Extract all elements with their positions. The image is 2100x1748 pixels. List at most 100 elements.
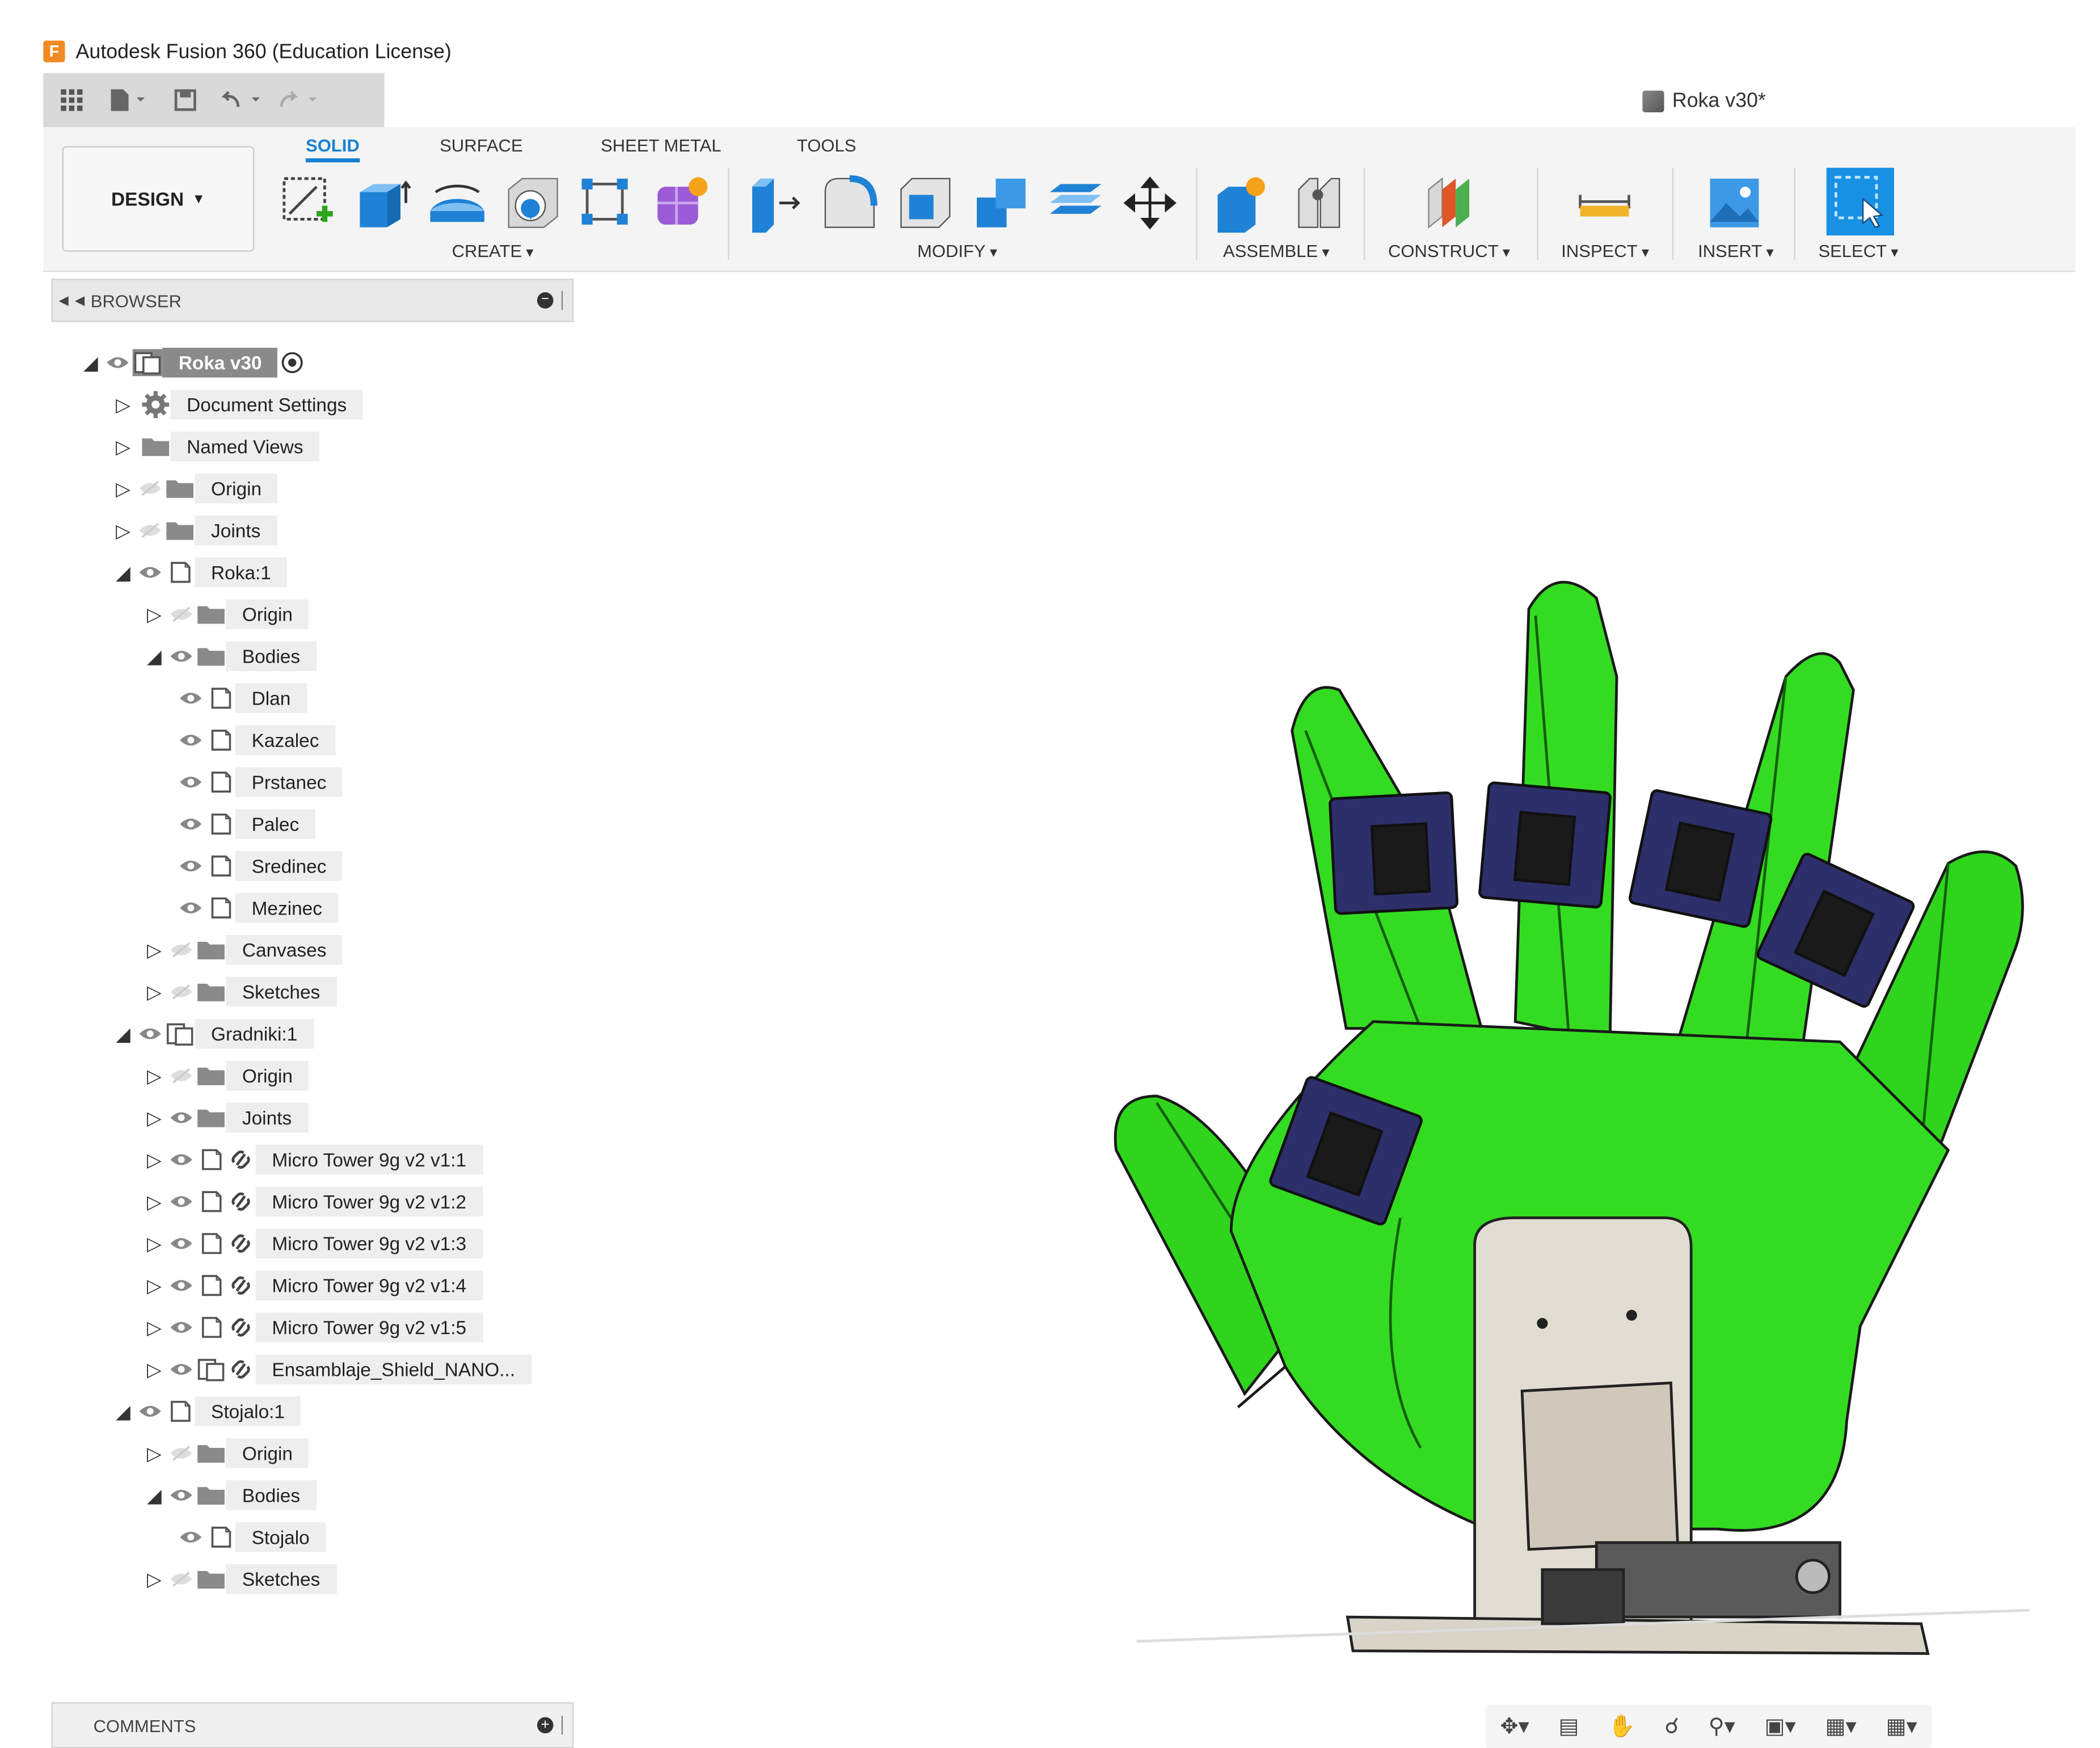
save-icon[interactable] xyxy=(157,73,214,127)
document-tab[interactable]: Roka v30* xyxy=(1642,89,1766,112)
expand-closed-icon[interactable]: ▷ xyxy=(111,518,136,542)
pan-icon[interactable]: ✋ xyxy=(1608,1713,1635,1740)
hole-icon[interactable] xyxy=(503,173,563,233)
workspace-switcher[interactable]: DESIGN ▼ xyxy=(62,146,255,252)
tree-node[interactable]: ▷ Origin xyxy=(142,598,309,630)
expand-closed-icon[interactable]: ▷ xyxy=(142,1441,166,1465)
group-inspect[interactable]: INSPECT xyxy=(1561,241,1649,262)
add-comment-icon[interactable]: + xyxy=(537,1717,554,1734)
tree-node[interactable]: ▷ Document Settings xyxy=(111,388,363,420)
redo-icon[interactable] xyxy=(271,73,327,127)
tree-node[interactable]: ◢ Roka v30 xyxy=(78,347,307,379)
visibility-eye-icon[interactable] xyxy=(176,897,205,919)
file-menu-icon[interactable] xyxy=(100,73,157,127)
combine-icon[interactable] xyxy=(971,173,1031,233)
tree-node[interactable]: ◢ Bodies xyxy=(142,640,317,672)
minimize-panel-icon[interactable]: − xyxy=(537,292,554,309)
canvas-viewport[interactable] xyxy=(1082,284,2056,1678)
tab-sheet-metal[interactable]: SHEET METAL xyxy=(601,136,722,156)
tree-node[interactable]: ▷ Sketches xyxy=(142,1563,336,1595)
expand-closed-icon[interactable]: ▷ xyxy=(111,477,136,501)
tree-node[interactable]: ◢ Stojalo:1 xyxy=(111,1395,301,1427)
tree-node[interactable]: ▷ Joints xyxy=(142,1101,308,1134)
hidden-eye-icon[interactable] xyxy=(166,981,196,1003)
group-insert[interactable]: INSERT xyxy=(1698,241,1774,262)
tree-node[interactable]: ◢ Gradniki:1 xyxy=(111,1018,314,1050)
expand-closed-icon[interactable]: ▷ xyxy=(142,1106,166,1130)
visibility-eye-icon[interactable] xyxy=(166,1233,196,1254)
tab-solid[interactable]: SOLID xyxy=(306,136,360,163)
visibility-eye-icon[interactable] xyxy=(166,1359,196,1380)
revolve-icon[interactable] xyxy=(428,173,487,233)
viewports-icon[interactable]: ▦▾ xyxy=(1886,1713,1917,1740)
hidden-eye-icon[interactable] xyxy=(166,1065,196,1086)
look-at-icon[interactable]: ▤ xyxy=(1558,1713,1579,1740)
group-select[interactable]: SELECT xyxy=(1818,241,1898,262)
zoom-icon[interactable]: ☌ xyxy=(1664,1713,1679,1740)
display-settings-icon[interactable]: ▣▾ xyxy=(1765,1713,1796,1740)
press-pull-icon[interactable] xyxy=(747,173,807,233)
group-construct[interactable]: CONSTRUCT xyxy=(1388,241,1510,262)
data-panel-grid-icon[interactable] xyxy=(43,73,100,127)
tree-node[interactable]: Prstanec xyxy=(176,766,343,798)
orbit-icon[interactable]: ✥▾ xyxy=(1500,1713,1529,1740)
joint-icon[interactable] xyxy=(1288,173,1348,233)
tree-node[interactable]: Dlan xyxy=(176,682,307,714)
tab-surface[interactable]: SURFACE xyxy=(440,136,522,156)
visibility-eye-icon[interactable] xyxy=(176,730,205,751)
expand-closed-icon[interactable]: ▷ xyxy=(142,1231,166,1256)
expand-closed-icon[interactable]: ▷ xyxy=(142,1567,166,1591)
extrude-icon[interactable] xyxy=(355,173,414,233)
tree-node[interactable]: Mezinec xyxy=(176,892,339,924)
hidden-eye-icon[interactable] xyxy=(166,939,196,961)
expand-closed-icon[interactable]: ▷ xyxy=(142,1189,166,1214)
panel-grip-icon[interactable] xyxy=(561,1716,567,1735)
visibility-eye-icon[interactable] xyxy=(136,1400,165,1422)
expand-open-icon[interactable]: ◢ xyxy=(142,1483,166,1507)
visibility-eye-icon[interactable] xyxy=(176,813,205,835)
visibility-eye-icon[interactable] xyxy=(176,855,205,877)
expand-open-icon[interactable]: ◢ xyxy=(142,644,166,668)
expand-closed-icon[interactable]: ▷ xyxy=(142,1273,166,1298)
visibility-eye-icon[interactable] xyxy=(176,771,205,793)
visibility-eye-icon[interactable] xyxy=(176,1526,205,1548)
expand-open-icon[interactable]: ◢ xyxy=(111,1399,136,1423)
expand-closed-icon[interactable]: ▷ xyxy=(111,393,136,417)
tree-node[interactable]: ▷ Origin xyxy=(142,1059,309,1092)
group-assemble[interactable]: ASSEMBLE xyxy=(1223,241,1330,262)
tree-node[interactable]: ▷ Micro Tower 9g v2 v1:5 xyxy=(142,1311,483,1343)
insert-image-icon[interactable] xyxy=(1705,173,1764,233)
fillet-icon[interactable] xyxy=(820,173,879,233)
tab-tools[interactable]: TOOLS xyxy=(797,136,857,156)
tree-node[interactable]: ▷ Micro Tower 9g v2 v1:4 xyxy=(142,1269,483,1301)
expand-closed-icon[interactable]: ▷ xyxy=(142,980,166,1004)
panel-grip-icon[interactable] xyxy=(561,290,567,310)
tree-node[interactable]: ▷ Micro Tower 9g v2 v1:1 xyxy=(142,1143,483,1176)
hidden-eye-icon[interactable] xyxy=(166,1442,196,1464)
move-copy-icon[interactable] xyxy=(1120,173,1180,233)
hidden-eye-icon[interactable] xyxy=(166,1568,196,1590)
visibility-eye-icon[interactable] xyxy=(136,562,165,583)
tree-node[interactable]: ▷ Micro Tower 9g v2 v1:3 xyxy=(142,1227,483,1260)
hidden-eye-icon[interactable] xyxy=(136,478,165,499)
expand-closed-icon[interactable]: ▷ xyxy=(142,1315,166,1340)
expand-closed-icon[interactable]: ▷ xyxy=(111,435,136,459)
visibility-eye-icon[interactable] xyxy=(166,1149,196,1170)
tree-node[interactable]: ▷ Canvases xyxy=(142,934,343,966)
hidden-eye-icon[interactable] xyxy=(166,604,196,625)
expand-closed-icon[interactable]: ▷ xyxy=(142,1357,166,1381)
activate-radio-icon[interactable] xyxy=(278,349,307,376)
tree-node[interactable]: Kazalec xyxy=(176,724,336,756)
visibility-eye-icon[interactable] xyxy=(176,688,205,709)
tree-node[interactable]: ◢ Roka:1 xyxy=(111,556,288,588)
group-modify[interactable]: MODIFY xyxy=(917,241,997,262)
offset-plane-icon[interactable] xyxy=(1420,173,1480,233)
tree-node[interactable]: ▷ Origin xyxy=(142,1437,309,1469)
tree-node[interactable]: ▷ Sketches xyxy=(142,976,336,1008)
create-form-icon[interactable] xyxy=(652,173,712,233)
group-create[interactable]: CREATE xyxy=(452,241,534,262)
tree-node[interactable]: Sredinec xyxy=(176,850,343,882)
expand-open-icon[interactable]: ◢ xyxy=(111,1022,136,1046)
expand-closed-icon[interactable]: ▷ xyxy=(142,938,166,962)
visibility-eye-icon[interactable] xyxy=(166,1107,196,1128)
